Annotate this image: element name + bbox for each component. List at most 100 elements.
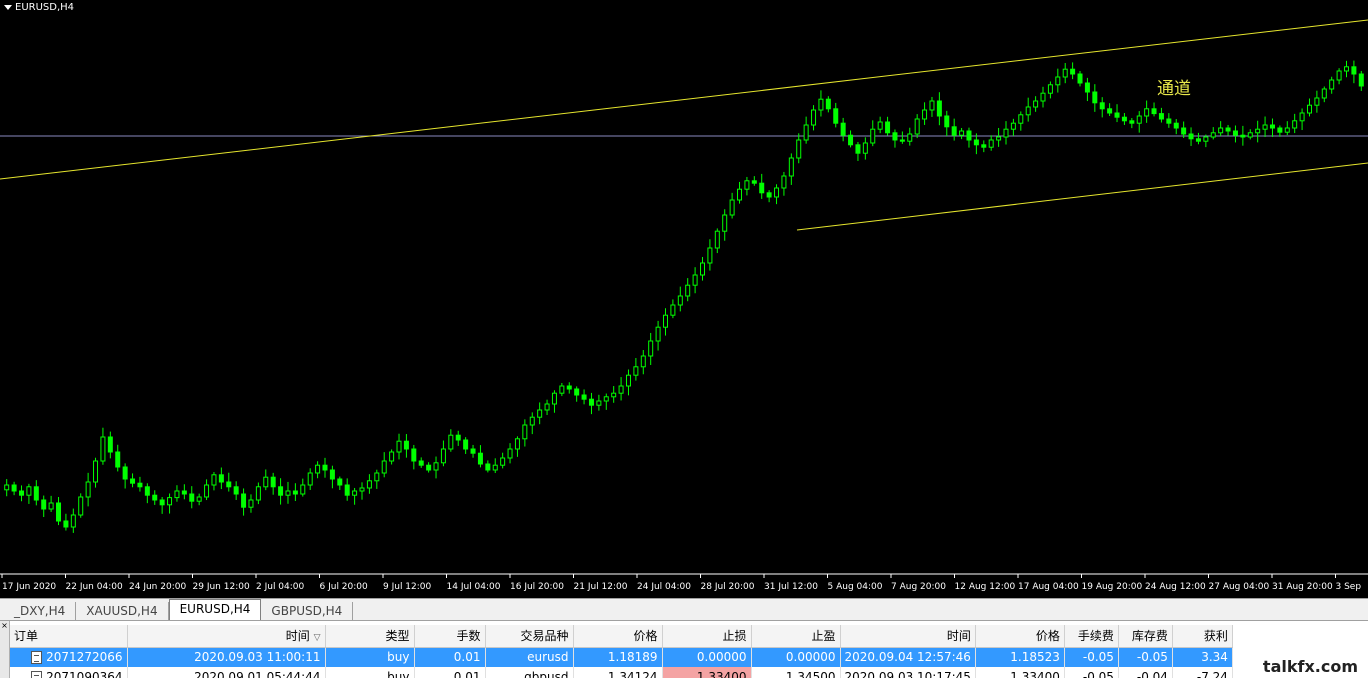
candle-body: [1047, 84, 1053, 94]
tab-xauusd[interactable]: XAUUSD,H4: [76, 602, 169, 620]
tab-eurusd[interactable]: EURUSD,H4: [168, 599, 262, 620]
candle-body: [440, 448, 446, 464]
col-header-close-time[interactable]: 时间: [840, 625, 976, 648]
candle-body: [685, 284, 691, 297]
candle-body: [959, 130, 965, 136]
col-header-order[interactable]: 订单: [10, 625, 128, 648]
x-tick-label: 17 Aug 04:00: [1018, 582, 1079, 592]
candle-body: [840, 122, 846, 136]
table-row[interactable]: 2071090364 2020.09.01 05:44:44 buy 0.01 …: [10, 667, 1233, 678]
candle-body: [633, 366, 639, 376]
type-cell: buy: [325, 647, 415, 667]
candle-body: [322, 464, 328, 471]
candle-body: [1173, 122, 1179, 129]
candle-body: [936, 100, 942, 117]
candle-body: [692, 274, 698, 286]
close-price-cell: 1.18523: [975, 647, 1065, 667]
col-header-commission[interactable]: 手续费: [1064, 625, 1119, 648]
candle-body: [1003, 128, 1009, 138]
candle-body: [870, 128, 876, 144]
candle-body: [1314, 97, 1320, 106]
candle-body: [248, 499, 254, 508]
candle-body: [1136, 115, 1142, 124]
candle-body: [1070, 68, 1076, 75]
col-header-symbol[interactable]: 交易品种: [485, 625, 574, 648]
candle-body: [1321, 88, 1327, 99]
candle-body: [389, 451, 395, 462]
candle-body: [811, 109, 817, 126]
candle-body: [344, 484, 350, 496]
col-header-open-time[interactable]: 时间 ▽: [127, 625, 326, 648]
candle-body: [966, 130, 972, 141]
candle-body: [759, 182, 765, 194]
tab-dxy[interactable]: _DXY,H4: [4, 602, 77, 620]
candle-body: [426, 464, 432, 471]
chart-symbol-title: EURUSD,H4: [4, 2, 74, 13]
candle-body: [500, 457, 506, 466]
candle-body: [529, 416, 535, 426]
candle-body: [707, 247, 713, 264]
candle-body: [677, 295, 683, 306]
candle-body: [1306, 104, 1312, 114]
candle-body: [1240, 134, 1246, 138]
candle-body: [1336, 70, 1342, 81]
candle-body: [744, 180, 750, 190]
candle-body: [655, 326, 661, 342]
candle-body: [418, 460, 424, 466]
candle-body: [1033, 100, 1039, 108]
candle-body: [448, 434, 454, 450]
candle-body: [403, 440, 409, 450]
candle-body: [944, 115, 950, 128]
dropdown-triangle-icon[interactable]: [4, 5, 12, 10]
candle-body: [551, 392, 557, 405]
candle-body: [907, 133, 913, 142]
candle-body: [544, 403, 550, 411]
candle-body: [492, 464, 498, 471]
candle-body: [1114, 112, 1120, 118]
candle-body: [588, 398, 594, 406]
close-price-cell: 1.33400: [975, 667, 1065, 678]
col-header-profit[interactable]: 获利: [1172, 625, 1233, 648]
price-chart[interactable]: 17 Jun 2020 22 Jun 04:00 24 Jun 20:00 29 Ju…: [0, 0, 1368, 598]
col-header-lots[interactable]: 手数: [414, 625, 486, 648]
x-tick-label: 22 Jun 04:00: [66, 582, 123, 592]
candle-body: [218, 474, 224, 483]
candle-body: [19, 490, 25, 496]
candle-body: [662, 314, 668, 328]
candle-body: [100, 436, 106, 462]
candle-body: [56, 502, 62, 522]
candle-body: [130, 478, 136, 484]
candle-body: [1151, 108, 1157, 115]
col-header-swap[interactable]: 库存费: [1118, 625, 1173, 648]
candle-body: [951, 126, 957, 136]
col-header-take-profit[interactable]: 止盈: [751, 625, 841, 648]
candle-body: [537, 409, 543, 418]
candle-body: [93, 460, 99, 483]
candle-body: [929, 100, 935, 111]
candle-body: [781, 175, 787, 189]
terminal-close-icon[interactable]: ×: [0, 621, 10, 678]
profit-cell: 3.34: [1172, 647, 1233, 667]
x-tick-label: 19 Aug 20:00: [1082, 582, 1143, 592]
candle-body: [211, 474, 217, 486]
col-header-stop-loss[interactable]: 止损: [662, 625, 752, 648]
x-tick-label: 31 Jul 12:00: [764, 582, 818, 592]
take-profit-cell: 0.00000: [751, 647, 841, 667]
table-row[interactable]: 2071272066 2020.09.03 11:00:11 buy 0.01 …: [10, 647, 1233, 667]
x-tick-label: 2 Jul 04:00: [256, 582, 305, 592]
col-header-type[interactable]: 类型: [325, 625, 415, 648]
candle-body: [107, 436, 113, 453]
candle-body: [803, 124, 809, 141]
col-header-open-time-label: 时间: [285, 629, 310, 644]
col-header-open-price[interactable]: 价格: [573, 625, 663, 648]
candle-body: [115, 451, 121, 468]
candle-body: [714, 230, 720, 249]
col-header-close-price[interactable]: 价格: [975, 625, 1065, 648]
candle-body: [729, 199, 735, 216]
candle-body: [855, 144, 861, 154]
candle-body: [26, 486, 32, 496]
tab-gbpusd[interactable]: GBPUSD,H4: [261, 602, 354, 620]
candle-body: [1010, 122, 1016, 130]
candle-body: [263, 476, 269, 488]
x-tick-label: 24 Aug 12:00: [1145, 582, 1206, 592]
